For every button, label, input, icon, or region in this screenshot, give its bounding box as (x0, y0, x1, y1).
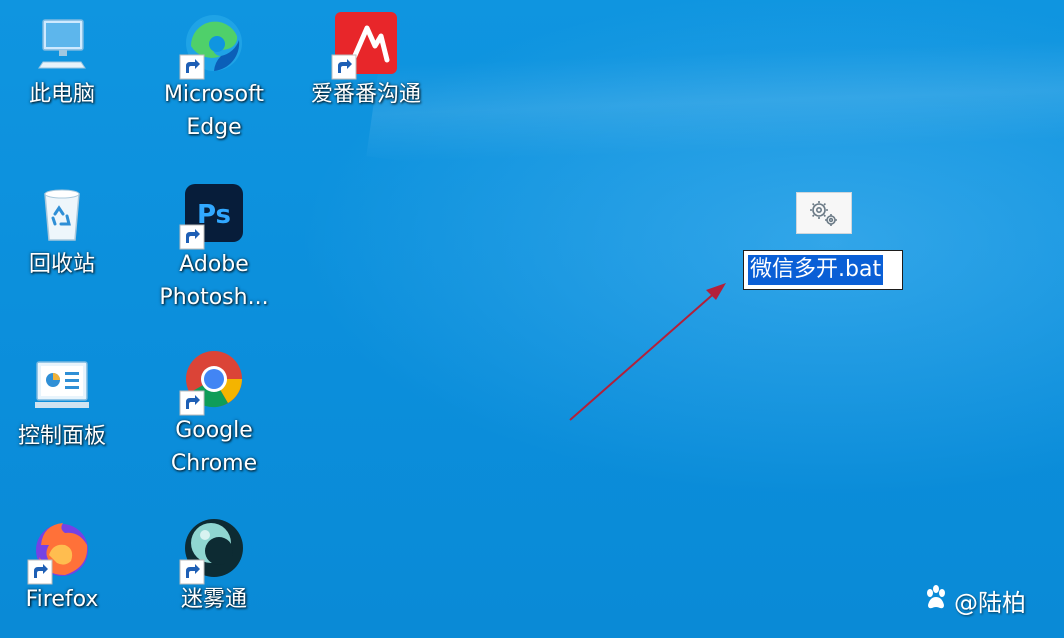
shortcut-arrow-icon (27, 559, 53, 585)
shortcut-arrow-icon (179, 54, 205, 80)
desktop-icon-label: 控制面板 (17, 424, 106, 449)
watermark: @陆柏 (922, 582, 1026, 618)
shortcut-arrow-icon (179, 390, 205, 416)
edge-icon (179, 10, 247, 80)
desktop-icon-label: 此电脑 (28, 82, 95, 107)
shortcut-arrow-icon (331, 54, 357, 80)
baidu-paw-icon (922, 583, 950, 617)
desktop-icon-miwutong[interactable]: 迷雾通 (149, 515, 279, 616)
desktop-icon-label: 爱番番沟通 (310, 82, 421, 107)
firefox-icon (27, 515, 95, 585)
desktop-icon-label: Google Chrome (170, 418, 258, 476)
desktop-icon-recycle-bin[interactable]: 回收站 (0, 180, 127, 281)
desktop-icon-label: 回收站 (28, 252, 95, 277)
desktop-icon-chrome[interactable]: Google Chrome (149, 346, 279, 480)
control-panel-icon (29, 352, 95, 418)
annotation-arrow (569, 283, 726, 421)
computer-icon (29, 10, 95, 76)
desktop-icon-label: 迷雾通 (180, 587, 247, 612)
desktop[interactable]: 此电脑 Microsoft Edge 爱番番沟通 回收站 Ps Adobe Ph… (0, 0, 1064, 638)
aifanfan-icon (331, 10, 399, 80)
desktop-icon-label: Firefox (25, 587, 99, 612)
desktop-icon-label: Microsoft Edge (163, 82, 265, 140)
recycle-bin-icon (29, 180, 95, 246)
watermark-text: @陆柏 (954, 588, 1026, 617)
desktop-icon-label: Adobe Photosh... (159, 252, 269, 310)
photoshop-icon: Ps (179, 180, 247, 250)
chrome-icon (179, 346, 247, 416)
miwutong-icon (179, 515, 247, 585)
desktop-icon-this-pc[interactable]: 此电脑 (0, 10, 127, 111)
desktop-icon-aifanfan[interactable]: 爱番番沟通 (301, 10, 431, 111)
wallpaper-light-beam (366, 0, 1064, 282)
desktop-icon-control-panel[interactable]: 控制面板 (0, 352, 127, 453)
desktop-icon-firefox[interactable]: Firefox (0, 515, 127, 616)
desktop-icon-edge[interactable]: Microsoft Edge (149, 10, 279, 144)
desktop-icon-photoshop[interactable]: Ps Adobe Photosh... (149, 180, 279, 314)
shortcut-arrow-icon (179, 224, 205, 250)
selected-filename-text: 微信多开.bat (748, 255, 884, 285)
shortcut-arrow-icon (179, 559, 205, 585)
rename-input[interactable]: 微信多开.bat (743, 250, 903, 290)
gear-batch-file-icon[interactable] (796, 192, 852, 234)
